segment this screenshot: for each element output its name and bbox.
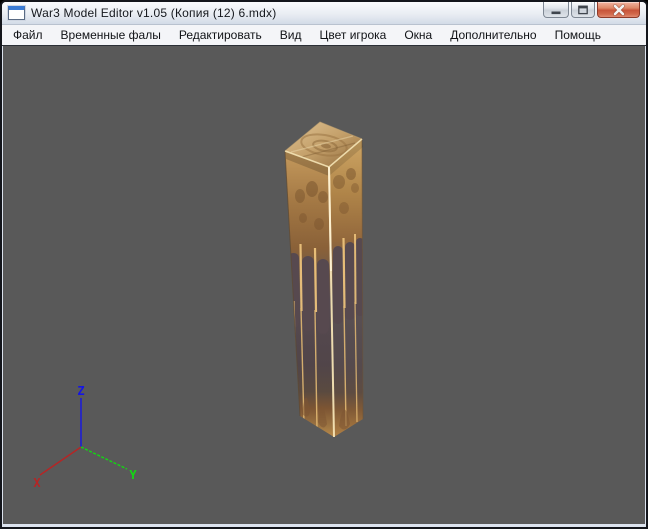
app-icon [8, 6, 25, 20]
minimize-button[interactable] [543, 2, 569, 18]
viewport-canvas: Z X Y [33, 121, 364, 490]
window-controls [543, 2, 640, 18]
maximize-button[interactable] [571, 2, 595, 18]
menu-file[interactable]: Файл [4, 26, 52, 45]
menu-view[interactable]: Вид [271, 26, 311, 45]
menu-player-color[interactable]: Цвет игрока [310, 26, 395, 45]
axis-gizmo: Z X Y [33, 384, 137, 490]
minimize-icon [551, 11, 561, 14]
app-window: War3 Model Editor v1.05 (Копия (12) 6.md… [0, 0, 648, 529]
maximize-icon [578, 5, 588, 14]
menu-windows[interactable]: Окна [395, 26, 441, 45]
menu-help[interactable]: Помощь [546, 26, 610, 45]
menubar: Файл Временные фалы Редактировать Вид Цв… [2, 25, 646, 46]
y-axis-line [80, 446, 128, 470]
viewport-3d[interactable]: Z X Y [3, 46, 645, 524]
x-axis-label: X [33, 476, 41, 490]
menu-temp-files[interactable]: Временные фалы [52, 26, 170, 45]
titlebar[interactable]: War3 Model Editor v1.05 (Копия (12) 6.md… [2, 2, 646, 25]
y-axis-label: Y [129, 468, 137, 482]
pillar-model [284, 121, 364, 438]
menu-extra[interactable]: Дополнительно [441, 26, 545, 45]
close-button[interactable] [597, 2, 640, 18]
z-axis-label: Z [77, 384, 84, 398]
x-axis-line [39, 446, 82, 476]
menu-edit[interactable]: Редактировать [170, 26, 271, 45]
close-icon [612, 3, 625, 16]
window-title: War3 Model Editor v1.05 (Копия (12) 6.md… [31, 6, 277, 20]
